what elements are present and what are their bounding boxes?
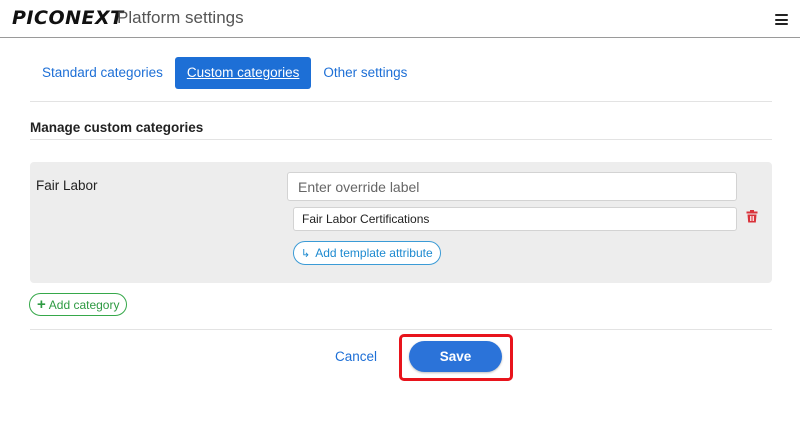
tab-other-settings[interactable]: Other settings [311, 57, 419, 89]
add-category-label: Add category [48, 297, 120, 312]
return-arrow-icon: ↳ [301, 247, 311, 260]
plus-icon: + [37, 296, 46, 313]
tab-custom-categories[interactable]: Custom categories [174, 57, 312, 89]
category-name: Fair Labor [36, 178, 98, 193]
footer-divider [30, 329, 772, 330]
tab-standard-categories[interactable]: Standard categories [30, 57, 175, 89]
template-attribute-input[interactable] [293, 207, 737, 231]
add-template-attribute-button[interactable]: ↳ Add template attribute [293, 241, 441, 265]
settings-tabs: Standard categories Custom categories Ot… [30, 57, 419, 89]
page-title: Platform settings [117, 8, 244, 27]
brand-logo: PICONEXT [12, 7, 124, 29]
section-title: Manage custom categories [30, 120, 204, 135]
add-category-button[interactable]: + Add category [29, 293, 128, 316]
tabs-divider [30, 101, 772, 102]
category-card: Fair Labor ↳ Add template attribute [30, 162, 772, 283]
save-button[interactable]: Save [409, 341, 502, 372]
cancel-button[interactable]: Cancel [335, 349, 377, 364]
section-divider [30, 139, 772, 140]
top-bar: PICONEXT Platform settings [0, 0, 800, 38]
hamburger-menu-icon[interactable] [775, 14, 788, 25]
add-template-attribute-label: Add template attribute [315, 246, 433, 260]
trash-icon[interactable] [746, 210, 758, 223]
override-label-input[interactable] [287, 172, 737, 201]
